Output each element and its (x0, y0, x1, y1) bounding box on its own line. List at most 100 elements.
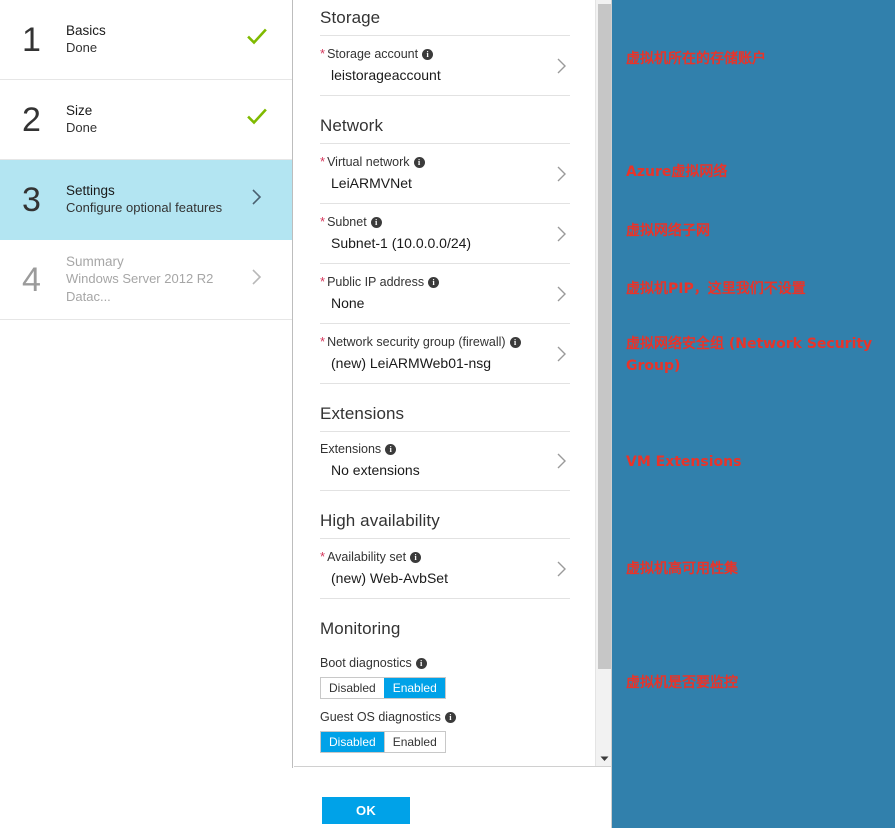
toggle-group[interactable]: Disabled Enabled (320, 731, 446, 753)
step-title: Basics (66, 23, 106, 38)
step-number: 1 (22, 20, 41, 59)
step-text: Size Done (66, 102, 242, 137)
ok-button[interactable]: OK (322, 797, 410, 824)
required-marker: * (320, 46, 326, 61)
toggle-group[interactable]: Disabled Enabled (320, 677, 446, 699)
setting-label-wrap: Extensions i (320, 441, 540, 458)
toggle-option-enabled[interactable]: Enabled (383, 732, 445, 752)
annotation-note: 虚拟机所在的存储账户 (626, 51, 766, 67)
setting-value: (new) Web-AvbSet (331, 570, 448, 586)
content-bottom-spacer (320, 753, 570, 766)
wizard-step-size[interactable]: 2 Size Done (0, 80, 292, 160)
step-subtitle: Done (66, 40, 98, 55)
required-marker: * (320, 334, 326, 349)
toggle-option-disabled[interactable]: Disabled (321, 732, 384, 752)
setting-row[interactable]: * Availability set i (new) Web-AvbSet (320, 539, 570, 599)
setting-label: Public IP address (327, 275, 425, 289)
row-chevron (554, 449, 570, 473)
toggle-option-enabled[interactable]: Enabled (383, 678, 445, 698)
scroll-down-button[interactable] (596, 750, 612, 766)
required-marker: * (320, 274, 326, 289)
wizard-step-settings[interactable]: 3 Settings Configure optional features (0, 160, 292, 240)
required-marker: * (320, 549, 326, 564)
section-heading: Storage (320, 0, 570, 36)
wizard-step-summary[interactable]: 4 Summary Windows Server 2012 R2 Datac... (0, 240, 292, 320)
step-subtitle: Configure optional features (66, 200, 223, 215)
setting-row[interactable]: * Subnet i Subnet-1 (10.0.0.0/24) (320, 204, 570, 264)
info-icon[interactable]: i (422, 49, 434, 60)
info-icon[interactable]: i (444, 712, 456, 723)
chevron-right-icon (557, 453, 566, 469)
setting-value: LeiARMVNet (331, 175, 412, 191)
setting-label: Extensions (320, 442, 382, 456)
info-icon[interactable]: i (428, 277, 440, 288)
app-root: 1 Basics Done 2 Size Done 3 Settings Configure o… (0, 0, 895, 828)
setting-value: Subnet-1 (10.0.0.0/24) (331, 235, 472, 251)
step-done-check (242, 107, 272, 132)
step-done-check (242, 27, 272, 52)
toggle-label: Guest OS diagnostics (320, 710, 441, 724)
row-chevron (554, 342, 570, 366)
chevron-right-icon (557, 346, 566, 361)
settings-scroll-region: Storage * Storage account i leistorageaccoun… (294, 0, 612, 767)
info-icon[interactable]: i (370, 217, 382, 228)
row-chevron (554, 222, 570, 246)
step-text: Settings Configure optional features (66, 182, 242, 217)
step-number: 4 (22, 260, 41, 299)
chevron-right-icon (557, 286, 566, 301)
wizard-step-basics[interactable]: 1 Basics Done (0, 0, 292, 80)
setting-row[interactable]: Extensions i No extensions (320, 432, 570, 491)
chevron-right-icon (557, 226, 566, 241)
required-marker: * (320, 214, 326, 229)
setting-label-wrap: * Availability set i (320, 548, 540, 566)
check-icon (247, 28, 267, 45)
info-icon[interactable]: i (413, 157, 425, 168)
vertical-scrollbar[interactable] (595, 0, 612, 766)
setting-value: No extensions (331, 462, 420, 478)
row-chevron (554, 282, 570, 306)
chevron-right-icon (557, 561, 566, 576)
toggle-label-wrap: Guest OS diagnostics i (320, 709, 570, 726)
setting-row[interactable]: * Virtual network i LeiARMVNet (320, 144, 570, 204)
setting-value: None (331, 295, 365, 311)
chevron-right-icon (252, 189, 262, 205)
wizard-steps-panel: 1 Basics Done 2 Size Done 3 Settings Configure o… (0, 0, 293, 768)
step-chevron (242, 266, 272, 293)
info-icon[interactable]: i (385, 444, 397, 455)
info-icon[interactable]: i (415, 658, 427, 669)
setting-row[interactable]: * Network security group (firewall) i (new)… (320, 324, 570, 384)
setting-label-wrap: * Public IP address i (320, 273, 540, 291)
setting-label: Storage account (327, 47, 419, 61)
setting-row[interactable]: * Storage account i leistorageaccount (320, 36, 570, 96)
monitoring-block: Boot diagnostics i Disabled Enabled Guest OS… (320, 641, 570, 753)
scrollbar-thumb[interactable] (598, 4, 611, 669)
annotation-panel: 虚拟机所在的存储账户 Azure虚拟网络 虚拟网络子网 虚拟机PIP，这里我们不设置虚… (612, 0, 895, 828)
annotation-note: Azure虚拟网络 (626, 164, 728, 180)
step-subtitle: Done (66, 120, 98, 135)
setting-label-wrap: * Storage account i (320, 45, 540, 63)
blade-footer: OK (294, 768, 612, 828)
annotation-note: VM Extensions (626, 454, 742, 470)
row-chevron (554, 557, 570, 581)
toggle-option-disabled[interactable]: Disabled (321, 678, 384, 698)
section-heading-monitoring: Monitoring (320, 619, 401, 638)
settings-blade: Storage * Storage account i leistorageaccoun… (294, 0, 612, 828)
step-number: 2 (22, 100, 41, 139)
setting-label: Subnet (327, 215, 367, 229)
setting-label: Network security group (firewall) (327, 335, 506, 349)
step-text: Summary Windows Server 2012 R2 Datac... (66, 253, 242, 306)
step-title: Settings (66, 183, 115, 198)
section-heading: High availability (320, 491, 570, 539)
toggle-label-wrap: Boot diagnostics i (320, 655, 570, 672)
info-icon[interactable]: i (410, 552, 422, 563)
setting-row[interactable]: * Public IP address i None (320, 264, 570, 324)
check-icon (247, 108, 267, 125)
chevron-down-icon (600, 756, 609, 761)
row-chevron (554, 162, 570, 186)
annotation-note: 虚拟机是否要监控 (626, 675, 738, 691)
section-heading: Extensions (320, 384, 570, 432)
step-subtitle: Windows Server 2012 R2 Datac... (66, 271, 214, 304)
info-icon[interactable]: i (509, 337, 521, 348)
annotation-note: 虚拟网络子网 (626, 223, 710, 239)
step-number: 3 (22, 180, 41, 219)
